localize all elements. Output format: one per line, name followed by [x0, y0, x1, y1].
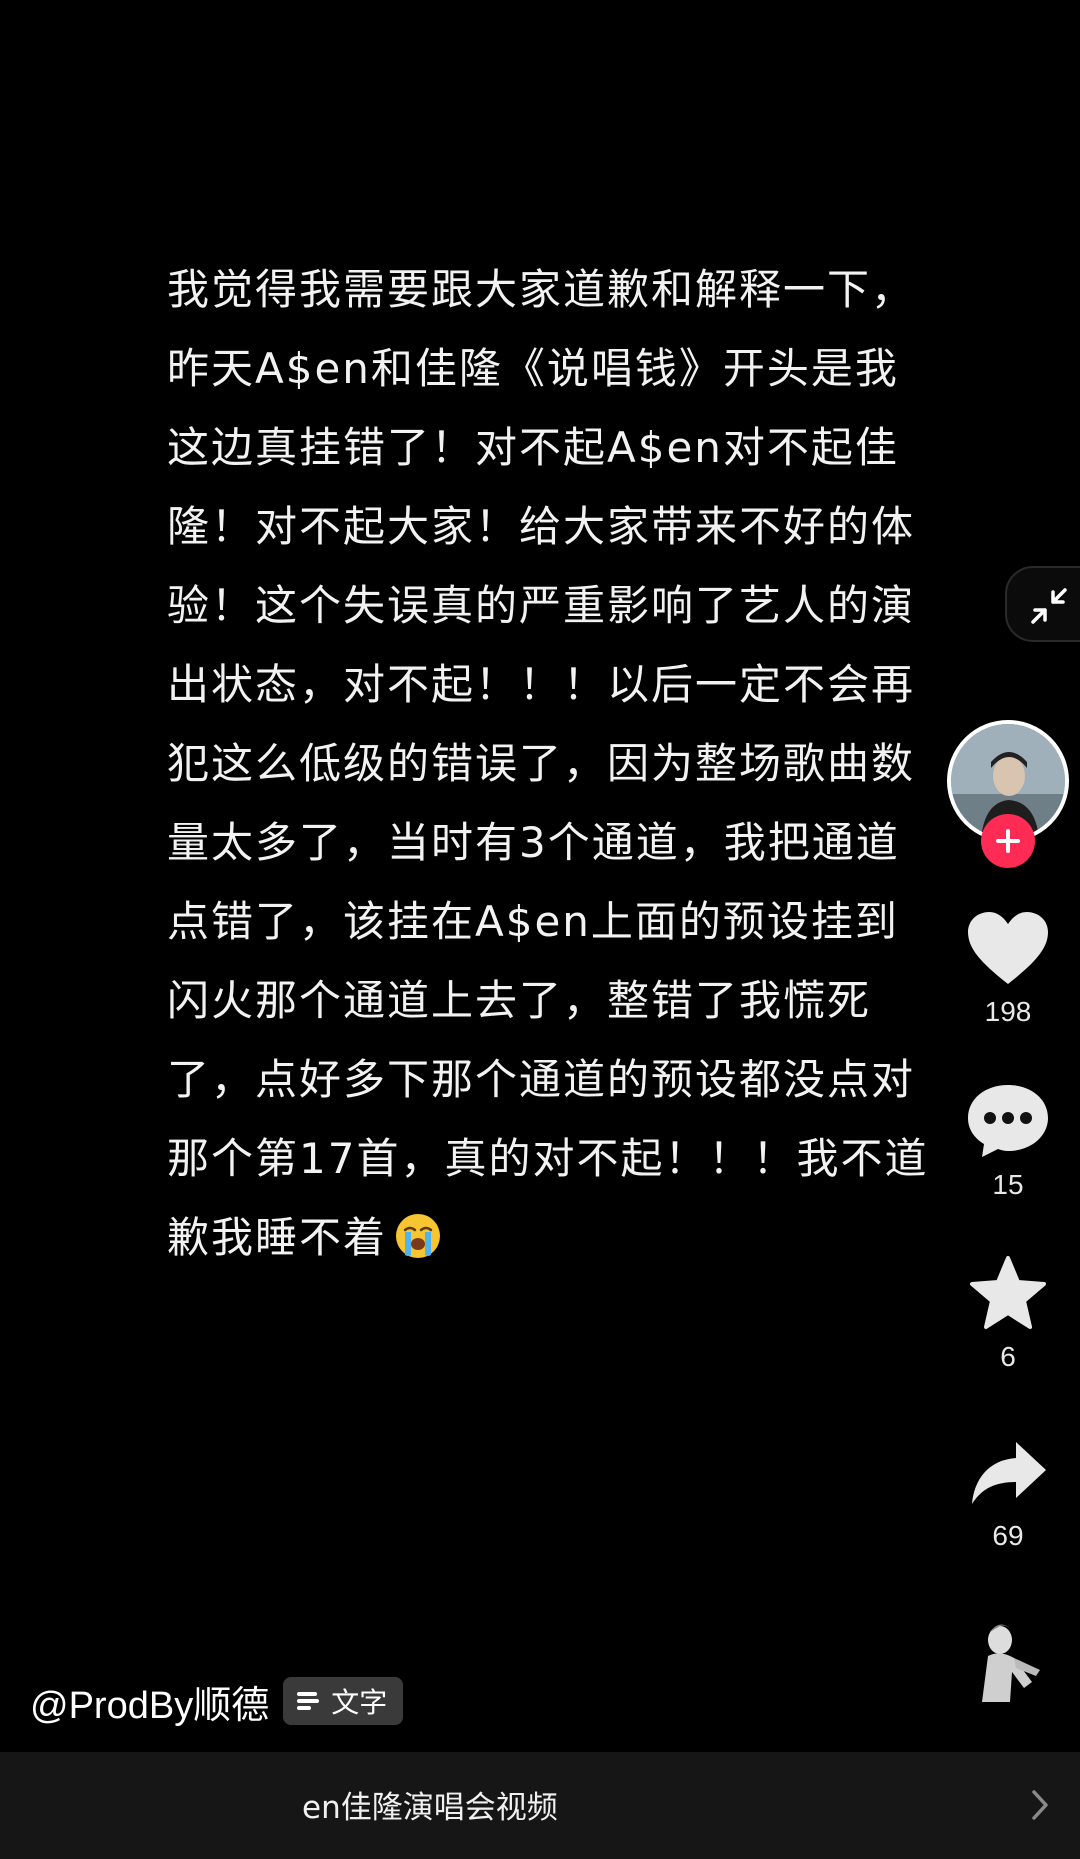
- related-search-bar[interactable]: en佳隆演唱会视频: [0, 1752, 1080, 1859]
- star-icon: [970, 1256, 1046, 1329]
- post-line: 验！这个失误真的严重影响了艺人的演: [167, 581, 916, 630]
- post-line-last: 歉我睡不着: [167, 1198, 927, 1277]
- comment-count: 15: [992, 1169, 1024, 1200]
- text-tag[interactable]: 文字: [283, 1677, 404, 1725]
- post-line: 这边真挂错了！对不起A$en对不起佳: [167, 423, 899, 472]
- author-avatar-group[interactable]: [947, 720, 1069, 868]
- share-button[interactable]: 69: [950, 1438, 1066, 1552]
- post-text: 我觉得我需要跟大家道歉和解释一下， 昨天A$en和佳隆《说唱钱》开头是我 这边真…: [167, 250, 927, 1277]
- like-button[interactable]: 198: [950, 910, 1066, 1028]
- post-line: 量太多了，当时有3个通道，我把通道: [167, 818, 900, 867]
- post-line: 犯这么低级的错误了，因为整场歌曲数: [167, 739, 916, 788]
- comment-icon: [968, 1085, 1048, 1157]
- post-line: 出状态，对不起！！！以后一定不会再: [167, 660, 916, 709]
- post-line-text: 歉我睡不着: [167, 1213, 388, 1262]
- post-line: 闪火那个通道上去了，整错了我慌死: [167, 976, 872, 1025]
- favorite-count: 6: [1000, 1341, 1016, 1372]
- share-count: 69: [992, 1520, 1024, 1551]
- post-line: 我觉得我需要跟大家道歉和解释一下，: [167, 265, 916, 314]
- collapse-icon: [1031, 588, 1067, 624]
- comment-button[interactable]: 15: [950, 1083, 1066, 1201]
- post-line: 昨天A$en和佳隆《说唱钱》开头是我: [167, 344, 899, 393]
- author-handle[interactable]: @ProdBy顺德: [30, 1674, 269, 1729]
- post-line: 点错了，该挂在A$en上面的预设挂到: [167, 897, 899, 946]
- list-icon: [297, 1692, 320, 1710]
- favorite-button[interactable]: 6: [950, 1255, 1066, 1373]
- like-count: 198: [984, 996, 1032, 1027]
- related-title: en佳隆演唱会视频: [302, 1790, 558, 1826]
- tag-label: 文字: [331, 1686, 388, 1719]
- music-disc[interactable]: [960, 1610, 1056, 1706]
- post-line: 那个第17首，真的对不起！！！我不道: [167, 1134, 929, 1183]
- share-icon: [972, 1442, 1046, 1504]
- heart-icon: [968, 912, 1048, 984]
- crying-face-emoji-icon: [396, 1214, 441, 1258]
- music-cover-image: [960, 1610, 1056, 1706]
- post-line: 了，点好多下那个通道的预设都没点对: [167, 1055, 916, 1104]
- follow-button[interactable]: [981, 814, 1035, 868]
- collapse-button[interactable]: [1005, 566, 1080, 642]
- plus-icon: [996, 829, 1020, 853]
- post-line: 隆！对不起大家！给大家带来不好的体: [167, 502, 916, 551]
- chevron-right-icon: [1032, 1790, 1048, 1820]
- author-row: @ProdBy顺德 文字: [30, 1674, 404, 1729]
